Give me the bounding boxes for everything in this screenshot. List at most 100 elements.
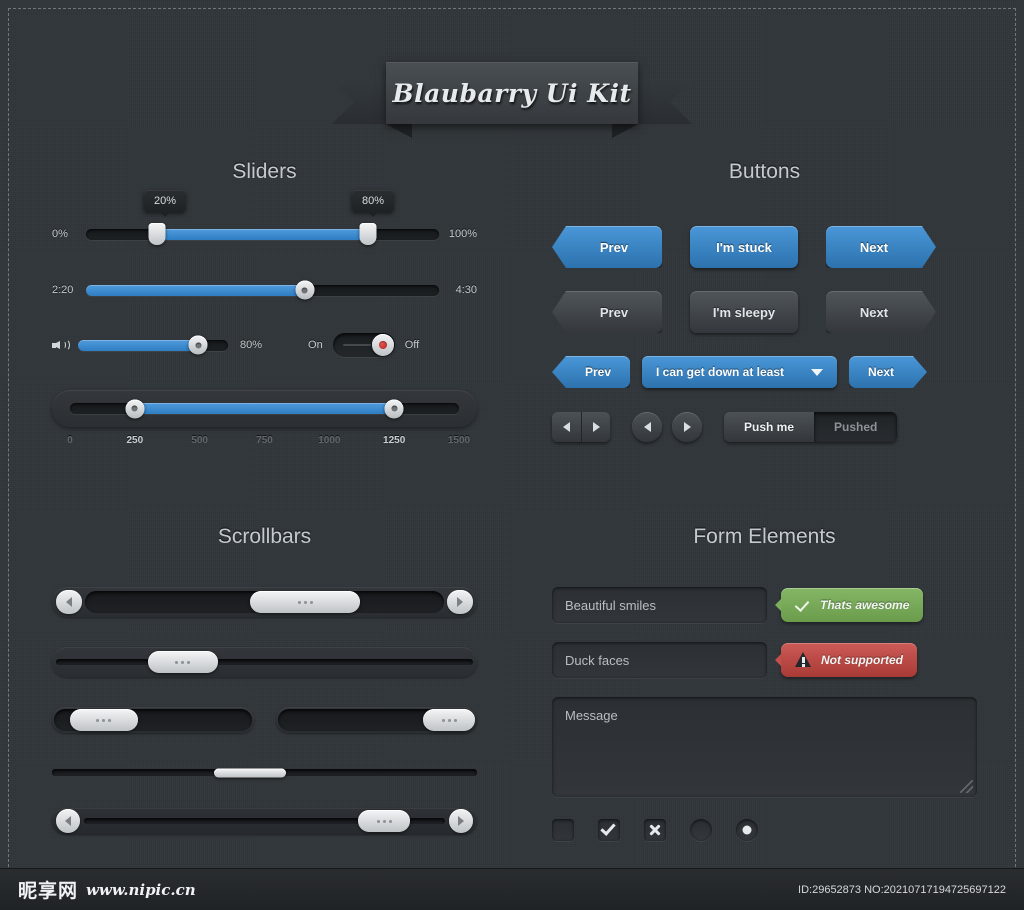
chevron-down-icon — [811, 368, 823, 376]
scrollbar-plain — [52, 647, 477, 677]
scrollbar-thumb[interactable] — [423, 709, 475, 731]
form-heading: Form Elements — [693, 525, 836, 548]
checkbox-unchecked[interactable] — [552, 819, 574, 841]
buttons-heading: Buttons — [728, 160, 801, 183]
toggle-bar — [342, 344, 371, 346]
range-slider-group: 20% 80% 0% 100% — [52, 190, 477, 245]
round-arrow-group — [632, 412, 702, 442]
next-button-small[interactable]: Next — [849, 356, 927, 388]
stuck-button[interactable]: I'm stuck — [690, 226, 798, 268]
scrollbar-groove[interactable] — [52, 768, 477, 777]
scale-tick-0: 0 — [67, 435, 73, 446]
kit-title: Blaubarry Ui Kit — [392, 78, 632, 108]
select-dropdown[interactable]: I can get down at least — [642, 356, 837, 388]
scrollbar-groove[interactable] — [54, 709, 252, 731]
scrollbars-section: Scrollbars — [52, 525, 477, 834]
next-button-blue[interactable]: Next — [826, 226, 936, 268]
range-slider-fill — [156, 228, 369, 240]
button-row-controls: Push me Pushed — [552, 412, 977, 442]
resize-handle[interactable] — [960, 780, 973, 793]
scrollbar-groove[interactable] — [84, 810, 445, 832]
scrollbar-thumb[interactable] — [213, 768, 286, 777]
range-max-label: 100% — [448, 228, 477, 240]
checkbox-crossed[interactable] — [644, 819, 666, 841]
toggle-knob[interactable] — [371, 334, 394, 356]
range-slider-track[interactable] — [86, 223, 439, 245]
status-badge-success: Thats awesome — [774, 588, 924, 622]
pushed-button[interactable]: Pushed — [814, 412, 898, 442]
field-duck-faces[interactable]: Duck faces — [552, 642, 767, 678]
scrollbar-left-arrow-button[interactable] — [56, 809, 80, 833]
scrollbar-with-arrows — [52, 587, 477, 617]
form-row-success: Beautiful smiles Thats awesome — [552, 587, 977, 623]
status-badge-error: Not supported — [775, 643, 917, 677]
scale-tick-1250: 1250 — [383, 435, 406, 446]
scrollbar-right-arrow-button[interactable] — [447, 590, 473, 614]
arrow-left-button[interactable] — [552, 412, 581, 442]
round-arrow-right-button[interactable] — [672, 412, 702, 442]
ribbon-fold-right — [612, 124, 638, 138]
error-message: Not supported — [821, 653, 903, 667]
scrollbar-groove[interactable] — [85, 591, 444, 613]
sliders-section: Sliders 20% 80% 0% 100% 2:20 4:30 80% On… — [52, 160, 477, 453]
scale-slider-track[interactable] — [70, 399, 459, 418]
scrollbar-left-arrow-button[interactable] — [56, 590, 82, 614]
scrollbar-thumb[interactable] — [250, 591, 361, 613]
volume-slider-track[interactable] — [78, 335, 228, 355]
scrollbar-right-arrow-button[interactable] — [449, 809, 473, 833]
scale-slider-handle-low[interactable] — [125, 399, 145, 418]
triangle-left-icon — [643, 422, 651, 432]
button-row-gray: Prev I'm sleepy Next — [552, 291, 977, 333]
form-row-error: Duck faces Not supported — [552, 642, 977, 678]
triangle-right-icon — [592, 422, 600, 432]
round-arrow-left-button[interactable] — [632, 412, 662, 442]
scale-tick-750: 750 — [256, 435, 273, 446]
scale-tick-1500: 1500 — [447, 435, 471, 446]
range-min-label: 0% — [52, 228, 68, 240]
prev-button-blue[interactable]: Prev — [552, 226, 662, 268]
arrow-right-button[interactable] — [581, 412, 610, 442]
triangle-left-icon — [65, 816, 71, 826]
triangle-right-icon — [457, 597, 463, 607]
checkbox-checked[interactable] — [598, 819, 620, 841]
sliders-heading: Sliders — [232, 160, 297, 183]
time-slider-handle[interactable] — [295, 280, 315, 300]
prev-button-small[interactable]: Prev — [552, 356, 630, 388]
scrollbar-minimal — [52, 768, 477, 777]
scrollbar-thumb[interactable] — [69, 709, 138, 731]
ribbon-plate: Blaubarry Ui Kit — [386, 62, 638, 124]
field-beautiful-smiles[interactable]: Beautiful smiles — [552, 587, 767, 623]
range-slider-row: 0% 100% — [52, 223, 477, 245]
select-value: I can get down at least — [656, 365, 785, 379]
scrollbar-pair-row — [52, 707, 477, 733]
scale-slider-fill — [134, 403, 395, 414]
radio-selected[interactable] — [736, 819, 758, 841]
volume-slider-fill — [78, 339, 198, 351]
scrollbar-thumb[interactable] — [147, 651, 218, 673]
message-textarea[interactable]: Message — [552, 697, 977, 797]
check-icon — [600, 820, 616, 836]
volume-toggle-row: 80% On Off — [52, 333, 477, 357]
scale-slider-handle-high[interactable] — [384, 399, 404, 418]
time-slider-row: 2:20 4:30 — [52, 280, 477, 300]
onoff-toggle[interactable] — [332, 333, 395, 357]
scale-tick-250: 250 — [126, 435, 144, 446]
ribbon-fold-left — [386, 124, 412, 138]
sleepy-button[interactable]: I'm sleepy — [690, 291, 798, 333]
range-slider-handle-low[interactable] — [148, 223, 166, 245]
next-button-gray[interactable]: Next — [826, 291, 936, 333]
push-me-button[interactable]: Push me — [724, 412, 815, 442]
watermark-id: ID:29652873 NO:20210717194725697122 — [798, 883, 1006, 896]
triangle-right-icon — [458, 816, 464, 826]
scrollbar-thumb[interactable] — [358, 810, 411, 832]
volume-slider-handle[interactable] — [188, 335, 208, 355]
footer-watermark: 昵享网 www.nipic.cn ID:29652873 NO:20210717… — [0, 868, 1024, 910]
scrollbar-groove[interactable] — [277, 709, 475, 731]
button-row-blue: Prev I'm stuck Next — [552, 226, 977, 268]
arrow-pair-group — [552, 412, 610, 442]
scrollbar-groove[interactable] — [56, 651, 473, 673]
range-slider-handle-high[interactable] — [359, 223, 377, 245]
radio-unselected[interactable] — [690, 819, 712, 841]
time-slider-track[interactable] — [86, 280, 439, 300]
prev-button-gray[interactable]: Prev — [552, 291, 662, 333]
